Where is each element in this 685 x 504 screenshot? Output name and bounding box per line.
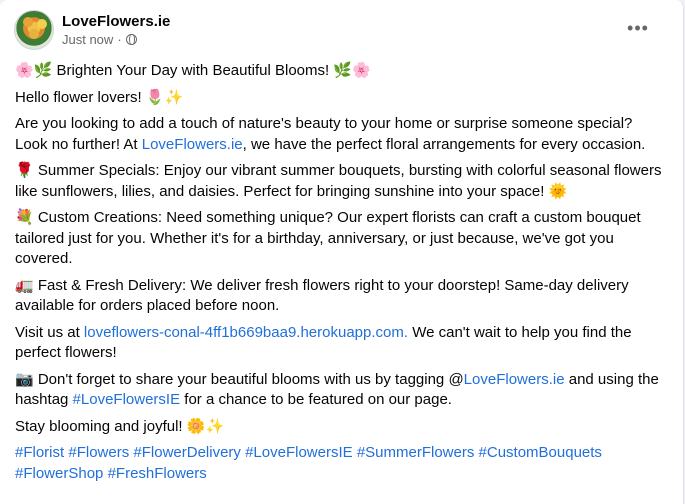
globe-icon[interactable]: [125, 34, 137, 45]
post-meta: LoveFlowers.ie Just now ·: [62, 12, 170, 48]
post-subline: Just now ·: [62, 31, 170, 48]
page-name-link[interactable]: LoveFlowers.ie: [62, 12, 170, 31]
hashtag-list: #Florist #Flowers #FlowerDelivery #LoveF…: [15, 443, 665, 484]
hashtag-link[interactable]: #FlowerShop: [15, 465, 103, 482]
fast-delivery: 🚛 Fast & Fresh Delivery: We deliver fres…: [15, 276, 629, 315]
post-header: LoveFlowers.ie Just now ·: [14, 10, 170, 50]
website-link[interactable]: loveflowers-conal-4ff1b669baa9.herokuapp…: [84, 324, 408, 341]
post-timestamp[interactable]: Just now: [62, 31, 113, 48]
hashtag-link[interactable]: #Florist: [15, 444, 64, 461]
more-options-icon[interactable]: •••: [620, 16, 656, 40]
custom-creations: 💐 Custom Creations: Need something uniqu…: [15, 209, 641, 267]
hashtag-link[interactable]: #CustomBouquets: [479, 444, 602, 461]
post-body: 🌸🌿 Brighten Your Day with Beautiful Bloo…: [15, 61, 665, 490]
hashtag-link[interactable]: #Flowers: [68, 444, 129, 461]
post-intro: Are you looking to add a touch of nature…: [15, 114, 665, 155]
visit-paragraph: Visit us at loveflowers-conal-4ff1b669ba…: [15, 323, 665, 364]
hashtag-link[interactable]: #FreshFlowers: [108, 465, 207, 482]
hashtag-link[interactable]: #FlowerDelivery: [133, 444, 241, 461]
share-text-end: for a chance to be featured on our page.: [180, 391, 452, 408]
flower-petal: [23, 17, 33, 27]
loveflowers-link[interactable]: LoveFlowers.ie: [142, 136, 243, 153]
post-card: LoveFlowers.ie Just now · ••• 🌸🌿 Brighte…: [0, 0, 684, 504]
summer-specials: 🌹 Summer Specials: Enjoy our vibrant sum…: [15, 162, 662, 200]
hashtag-link[interactable]: #LoveFlowersIE: [73, 391, 181, 408]
share-paragraph: 📷 Don't forget to share your beautiful b…: [15, 370, 665, 411]
separator-dot: ·: [117, 32, 122, 47]
closing-line: Stay blooming and joyful! 🌼✨: [15, 417, 225, 435]
share-text: 📷 Don't forget to share your beautiful b…: [15, 370, 464, 388]
flower-petal: [37, 19, 47, 29]
page-avatar[interactable]: [14, 10, 54, 50]
hashtag-link[interactable]: #SummerFlowers: [357, 444, 475, 461]
visit-text: Visit us at: [15, 323, 84, 341]
post-headline: 🌸🌿 Brighten Your Day with Beautiful Bloo…: [15, 62, 371, 79]
intro-text-end: , we have the perfect floral arrangement…: [242, 135, 646, 153]
post-greeting: Hello flower lovers! 🌷✨: [15, 88, 184, 106]
flower-petal: [29, 29, 39, 39]
mention-link[interactable]: LoveFlowers.ie: [464, 371, 565, 388]
hashtag-link[interactable]: #LoveFlowersIE: [245, 444, 353, 461]
